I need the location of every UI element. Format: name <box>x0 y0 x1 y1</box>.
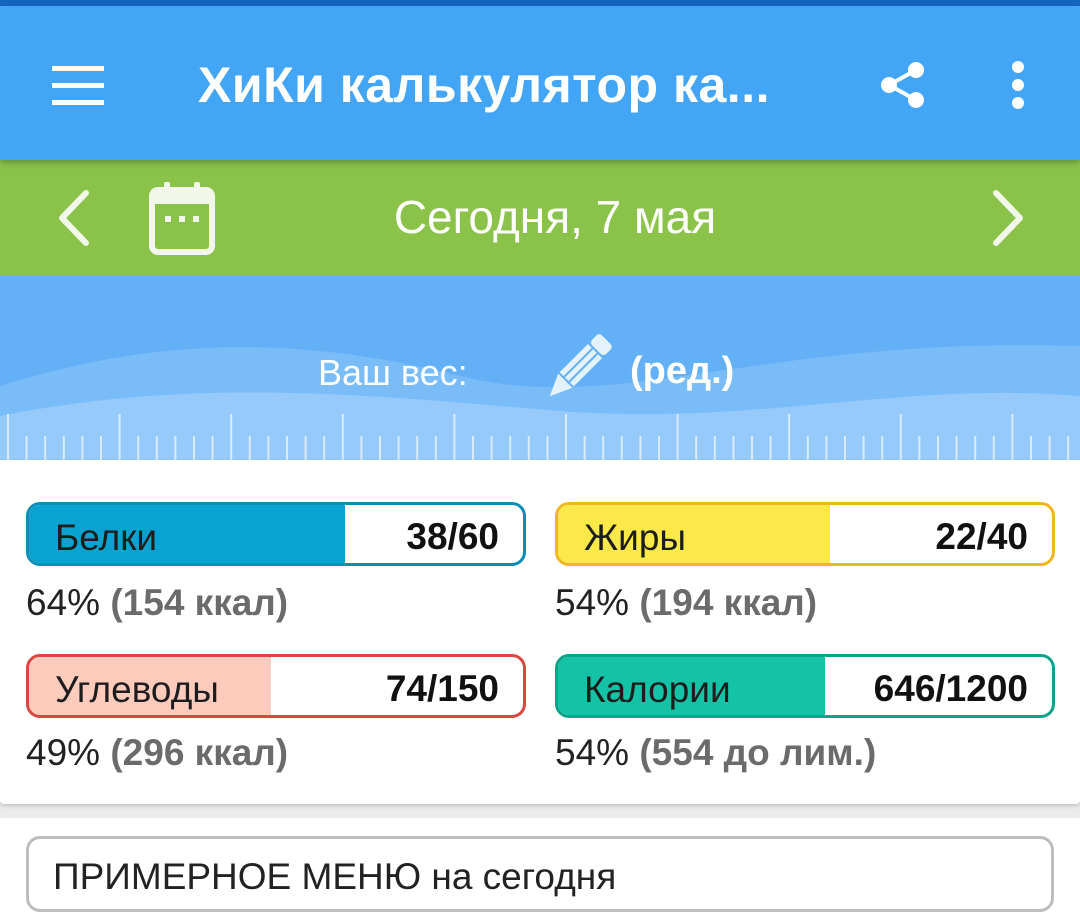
sample-menu-button[interactable]: ПРИМЕРНОЕ МЕНЮ на сегодня <box>26 836 1054 912</box>
chevron-left-icon[interactable] <box>44 188 104 248</box>
macro-bar-fat[interactable]: Жиры 22/40 <box>555 502 1055 566</box>
macro-percent: 49% <box>26 732 101 773</box>
macro-summary-calories: 54% (554 до лим.) <box>555 732 876 774</box>
macro-name: Калории <box>584 669 731 710</box>
hamburger-menu-icon[interactable] <box>40 48 116 124</box>
macro-value: 646/1200 <box>873 668 1028 709</box>
weight-label: Ваш вес: <box>318 352 468 393</box>
macro-summary-carbs: 49% (296 ккал) <box>26 732 288 774</box>
macro-value: 38/60 <box>406 516 499 557</box>
macro-summary-protein: 64% (154 ккал) <box>26 582 288 624</box>
macro-name: Жиры <box>584 517 687 558</box>
app-title: ХиКи калькулятор ка... <box>198 57 770 113</box>
share-icon[interactable] <box>870 52 936 118</box>
macro-detail: (154 ккал) <box>110 582 289 623</box>
macro-value: 74/150 <box>385 668 499 709</box>
macro-detail: (554 до лим.) <box>639 732 877 773</box>
sample-menu-card: ПРИМЕРНОЕ МЕНЮ на сегодня <box>0 818 1080 918</box>
macro-percent: 54% <box>555 582 630 623</box>
pencil-icon[interactable] <box>540 330 616 406</box>
calendar-icon[interactable] <box>144 180 220 256</box>
macro-detail: (296 ккал) <box>110 732 289 773</box>
app-bar: ХиКи калькулятор ка... <box>0 6 1080 160</box>
macro-bar-protein[interactable]: Белки 38/60 <box>26 502 526 566</box>
macro-detail: (194 ккал) <box>639 582 818 623</box>
macro-percent: 54% <box>555 732 630 773</box>
macro-bar-carbs[interactable]: Углеводы 74/150 <box>26 654 526 718</box>
macro-name: Углеводы <box>55 669 219 710</box>
macro-percent: 64% <box>26 582 101 623</box>
macros-card: Белки 38/60 64% (154 ккал) Жиры 22/40 54… <box>0 460 1080 804</box>
date-bar: Сегодня, 7 мая <box>0 160 1080 276</box>
macro-summary-fat: 54% (194 ккал) <box>555 582 817 624</box>
chevron-right-icon[interactable] <box>978 188 1038 248</box>
macro-name: Белки <box>55 517 158 558</box>
macro-bar-calories[interactable]: Калории 646/1200 <box>555 654 1055 718</box>
more-vertical-icon[interactable] <box>990 52 1046 118</box>
current-date[interactable]: Сегодня, 7 мая <box>290 190 820 244</box>
weight-panel: Ваш вес: (ред.) <box>0 276 1080 460</box>
sample-menu-label: ПРИМЕРНОЕ МЕНЮ на сегодня <box>53 856 617 897</box>
edit-weight-link[interactable]: (ред.) <box>630 350 734 393</box>
macro-value: 22/40 <box>935 516 1028 557</box>
